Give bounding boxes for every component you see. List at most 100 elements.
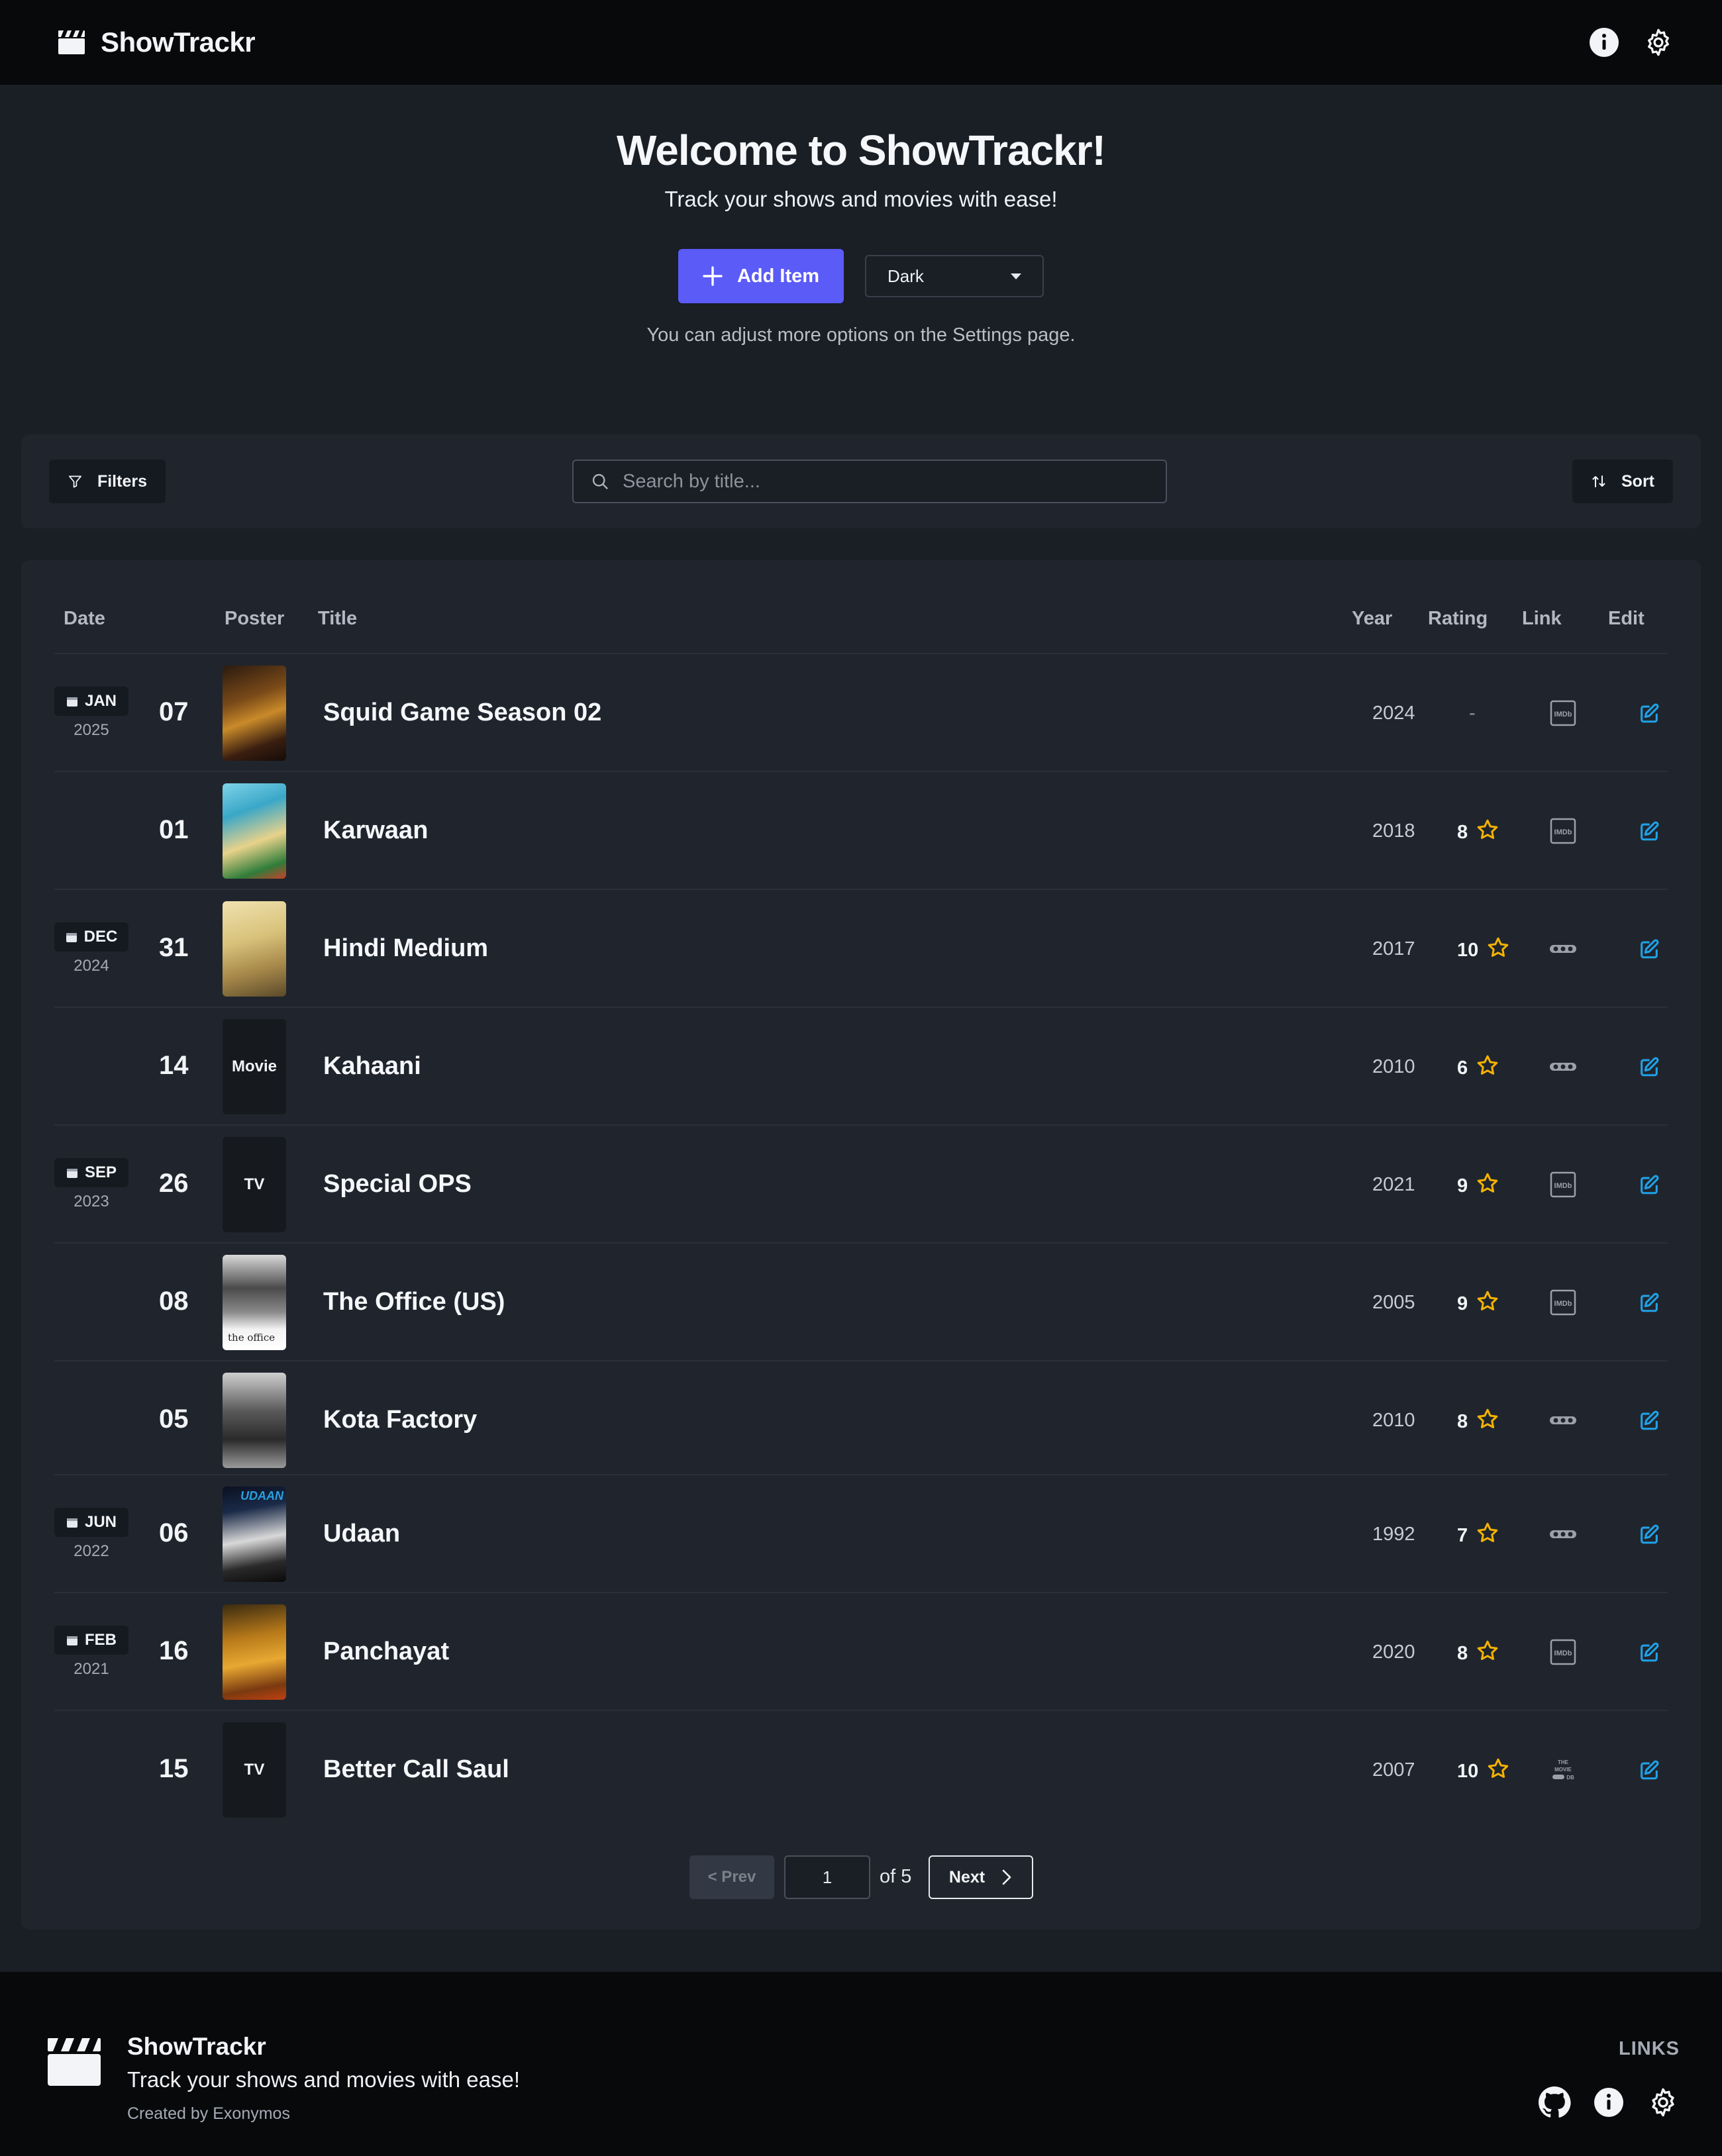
edit-icon[interactable] <box>1636 1054 1662 1080</box>
poster-thumbnail[interactable]: TV <box>223 1722 286 1818</box>
table-row[interactable]: 01 Karwaan 2018 8 IMDb <box>54 771 1668 889</box>
footer-brand-name: ShowTrackr <box>127 2033 266 2060</box>
edit-icon[interactable] <box>1636 1521 1662 1547</box>
item-title[interactable]: Better Call Saul <box>323 1755 509 1784</box>
external-link-dots-icon[interactable] <box>1548 1406 1578 1435</box>
item-rating: 10 <box>1457 1757 1510 1786</box>
item-title[interactable]: Kahaani <box>323 1052 421 1081</box>
imdb-icon[interactable]: IMDb <box>1548 816 1578 846</box>
search-input[interactable] <box>623 470 1148 493</box>
header-title[interactable]: Title <box>318 608 357 630</box>
poster-caption: UDAAN <box>240 1489 283 1502</box>
item-year: 2005 <box>1372 1292 1415 1313</box>
footer: ShowTrackr Track your shows and movies w… <box>0 1972 1722 2156</box>
hero-subtitle: Track your shows and movies with ease! <box>664 187 1058 211</box>
poster-thumbnail[interactable]: the office <box>223 1255 286 1350</box>
sort-label: Sort <box>1621 471 1654 491</box>
date-day: 15 <box>159 1754 189 1783</box>
item-rating: 6 <box>1457 1054 1499 1083</box>
imdb-icon[interactable]: IMDb <box>1548 1638 1578 1667</box>
next-page-button[interactable]: Next <box>929 1855 1033 1899</box>
header-year[interactable]: Year <box>1352 608 1392 630</box>
edit-icon[interactable] <box>1636 1639 1662 1665</box>
footer-credit[interactable]: Created by Exonymos <box>127 2104 290 2124</box>
item-rating: 8 <box>1457 818 1499 847</box>
pagination: < Prev of 5 Next <box>21 1855 1701 1899</box>
table-row[interactable]: FEB 2021 16 Panchayat 2020 8 IMDb <box>54 1592 1668 1710</box>
date-month: FEB <box>85 1631 117 1649</box>
poster-thumbnail[interactable]: TV <box>223 1137 286 1232</box>
date-month: SEP <box>84 1163 117 1181</box>
poster-thumbnail[interactable] <box>223 1373 286 1468</box>
poster-thumbnail[interactable] <box>223 901 286 997</box>
watchlist-table: Date Poster Title Year Rating Link Edit … <box>21 560 1701 1930</box>
date-year: 2021 <box>74 1660 109 1678</box>
add-item-button[interactable]: Add Item <box>678 249 844 303</box>
imdb-icon[interactable]: IMDb <box>1548 1170 1578 1199</box>
search-box[interactable] <box>572 460 1167 503</box>
item-title[interactable]: Squid Game Season 02 <box>323 699 601 727</box>
table-row[interactable]: 15 TV Better Call Saul 2007 10 THE MOVIE DB <box>54 1710 1668 1828</box>
header-date[interactable]: Date <box>64 608 105 630</box>
table-row[interactable]: DEC 2024 31 Hindi Medium 2017 10 <box>54 889 1668 1006</box>
item-rating: - <box>1469 703 1476 724</box>
item-rating: 7 <box>1457 1521 1499 1550</box>
poster-thumbnail[interactable]: Movie <box>223 1019 286 1114</box>
item-title[interactable]: Panchayat <box>323 1638 449 1666</box>
sort-button[interactable]: Sort <box>1572 460 1673 503</box>
theme-select[interactable]: Dark <box>865 255 1044 297</box>
poster-placeholder-label: TV <box>244 1175 265 1193</box>
edit-icon[interactable] <box>1636 1757 1662 1783</box>
gear-icon[interactable] <box>1643 26 1674 58</box>
svg-text:THE: THE <box>1558 1759 1569 1765</box>
table-row[interactable]: JAN 2025 07 Squid Game Season 02 2024 - IMDb <box>54 653 1668 771</box>
item-title[interactable]: Special OPS <box>323 1170 472 1199</box>
imdb-icon[interactable]: IMDb <box>1548 1288 1578 1317</box>
item-title[interactable]: Hindi Medium <box>323 934 488 963</box>
edit-icon[interactable] <box>1636 700 1662 726</box>
external-link-dots-icon[interactable] <box>1548 1052 1578 1081</box>
date-day: 08 <box>159 1287 189 1316</box>
item-title[interactable]: Karwaan <box>323 816 428 845</box>
poster-thumbnail[interactable] <box>223 783 286 879</box>
external-link-dots-icon[interactable] <box>1548 1520 1578 1549</box>
info-circle-icon[interactable] <box>1588 26 1620 58</box>
edit-icon[interactable] <box>1636 1171 1662 1198</box>
date-month-badge: JAN <box>54 687 128 716</box>
table-row[interactable]: 05 Kota Factory 2010 8 <box>54 1360 1668 1478</box>
imdb-icon[interactable]: IMDb <box>1548 699 1578 728</box>
chevron-right-icon <box>1002 1869 1011 1885</box>
poster-thumbnail[interactable] <box>223 665 286 761</box>
plus-icon <box>703 266 723 286</box>
external-link-dots-icon[interactable] <box>1548 934 1578 963</box>
edit-icon[interactable] <box>1636 936 1662 962</box>
date-month-badge: FEB <box>54 1626 128 1655</box>
rating-value: 9 <box>1457 1175 1468 1197</box>
poster-caption: the office <box>228 1332 276 1344</box>
table-row[interactable]: JUN 2022 06 UDAAN Udaan 1992 7 <box>54 1474 1668 1592</box>
calendar-icon <box>67 1636 77 1645</box>
date-day: 31 <box>159 933 189 962</box>
prev-page-button[interactable]: < Prev <box>689 1855 774 1899</box>
edit-icon[interactable] <box>1636 818 1662 844</box>
poster-thumbnail[interactable] <box>223 1604 286 1700</box>
clapperboard-icon <box>58 30 85 54</box>
item-title[interactable]: The Office (US) <box>323 1288 505 1316</box>
brand[interactable]: ShowTrackr <box>58 26 256 58</box>
page-number-input[interactable] <box>784 1855 870 1899</box>
info-circle-icon[interactable] <box>1592 2086 1625 2119</box>
gear-icon[interactable] <box>1646 2086 1680 2119</box>
tmdb-icon[interactable]: THE MOVIE DB <box>1548 1755 1578 1785</box>
brand-name: ShowTrackr <box>101 26 256 58</box>
item-title[interactable]: Udaan <box>323 1520 400 1548</box>
edit-icon[interactable] <box>1636 1407 1662 1434</box>
table-row[interactable]: SEP 2023 26 TV Special OPS 2021 9 IMDb <box>54 1124 1668 1242</box>
item-title[interactable]: Kota Factory <box>323 1406 477 1434</box>
edit-icon[interactable] <box>1636 1289 1662 1316</box>
poster-thumbnail[interactable]: UDAAN <box>223 1487 286 1582</box>
filters-button[interactable]: Filters <box>49 460 166 503</box>
table-row[interactable]: 08 the office The Office (US) 2005 9 IMDb <box>54 1242 1668 1360</box>
header-rating[interactable]: Rating <box>1428 608 1488 630</box>
github-icon[interactable] <box>1538 2086 1571 2119</box>
table-row[interactable]: 14 Movie Kahaani 2010 6 <box>54 1006 1668 1124</box>
